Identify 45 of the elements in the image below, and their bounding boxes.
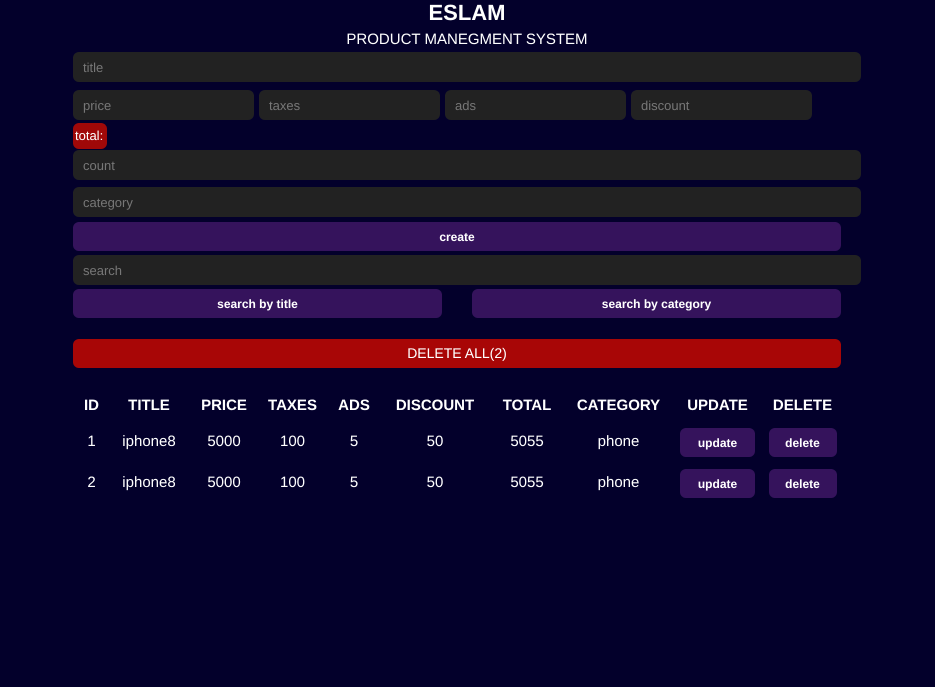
column-header: ID <box>83 396 100 416</box>
update-button[interactable]: update <box>680 428 755 457</box>
table-cell-text: 50 <box>426 432 444 452</box>
input-field[interactable]: count <box>73 150 861 180</box>
column-header: DISCOUNT <box>394 396 476 416</box>
table-cell-text: 50 <box>426 473 444 494</box>
column-header: DELETE <box>772 396 834 416</box>
search-button[interactable]: search by category <box>472 289 841 318</box>
input-field[interactable]: taxes <box>259 90 440 120</box>
column-header: UPDATE <box>686 396 749 416</box>
table-cell-text: 100 <box>278 473 306 494</box>
input-field[interactable]: title <box>73 52 861 82</box>
delete-button[interactable]: delete <box>768 428 836 457</box>
table-cell-text: 5 <box>348 432 360 452</box>
app-title: ESLAM <box>428 0 506 26</box>
column-header: CATEGORY <box>576 396 662 416</box>
table-cell-text: phone <box>596 473 640 494</box>
column-header: TAXES <box>267 396 318 416</box>
delete-button[interactable]: delete <box>768 469 836 498</box>
column-header: TITLE <box>127 396 171 416</box>
table-cell-text: 100 <box>278 432 306 452</box>
table-cell-text: 5000 <box>206 473 242 494</box>
table-cell-text: iphone8 <box>121 432 177 452</box>
table-cell-text: 5 <box>348 473 360 494</box>
table-cell-text: 1 <box>86 432 97 452</box>
input-field[interactable]: search <box>73 255 861 285</box>
column-header: ADS <box>337 396 371 416</box>
input-field[interactable]: discount <box>631 90 812 120</box>
total-badge: total: <box>73 123 107 149</box>
input-field[interactable]: ads <box>445 90 626 120</box>
table-cell-text: phone <box>596 432 640 452</box>
app-subtitle: PRODUCT MANEGMENT SYSTEM <box>346 30 588 50</box>
input-field[interactable]: category <box>73 187 861 217</box>
create-button[interactable]: create <box>73 222 841 251</box>
table-cell-text: 2 <box>86 473 97 494</box>
delete-all-button[interactable]: DELETE ALL(2) <box>73 339 841 368</box>
update-button[interactable]: update <box>680 469 755 498</box>
search-button[interactable]: search by title <box>73 289 442 318</box>
table-cell-text: 5000 <box>206 432 242 452</box>
table-cell-text: iphone8 <box>121 473 177 494</box>
table-cell-text: 5055 <box>509 473 545 494</box>
column-header: TOTAL <box>502 396 552 416</box>
column-header: PRICE <box>200 396 248 416</box>
table-cell-text: 5055 <box>509 432 545 452</box>
input-field[interactable]: price <box>73 90 254 120</box>
